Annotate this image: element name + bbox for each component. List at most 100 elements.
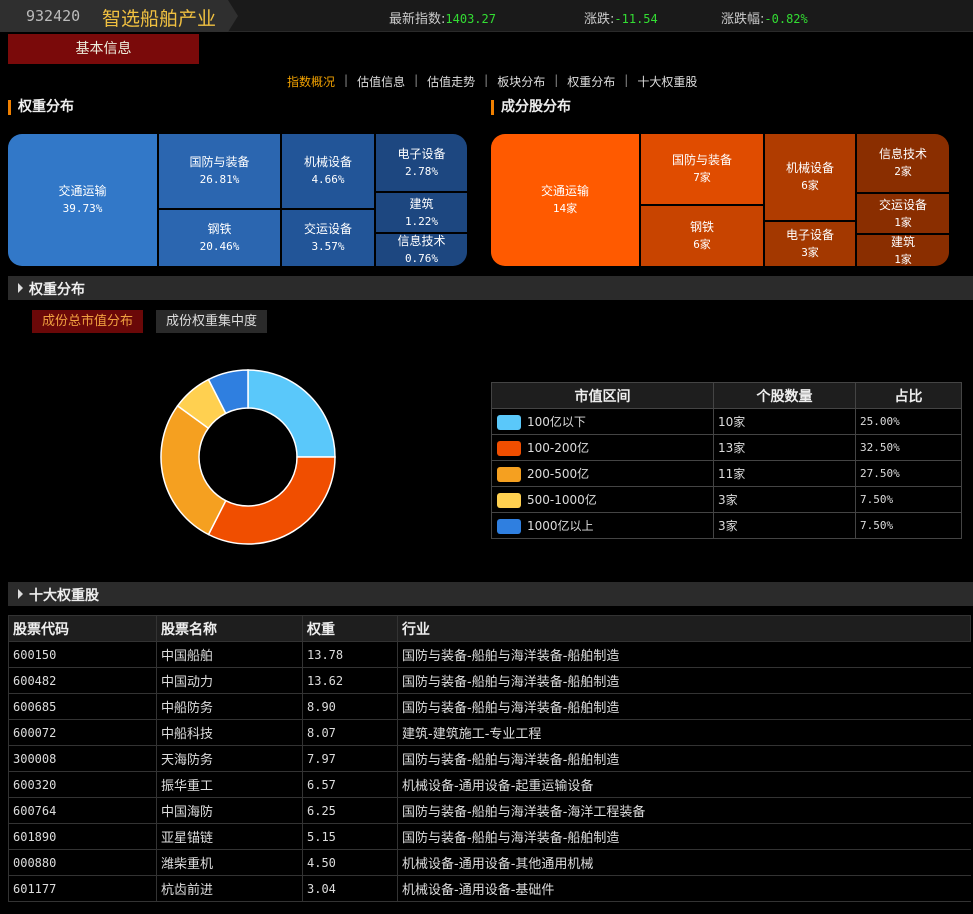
top10-title: 十大权重股 bbox=[18, 585, 99, 605]
caret-right-icon bbox=[18, 589, 23, 599]
cell-name: 交通运输 bbox=[540, 184, 589, 198]
basic-info-button[interactable]: 基本信息 bbox=[8, 34, 199, 64]
table-row[interactable]: 600482 中国动力 13.62 国防与装备-船舶与海洋装备-船舶制造 bbox=[8, 667, 971, 694]
stock-name-cell[interactable]: 振华重工 bbox=[156, 771, 303, 798]
table-row: 500-1000亿 3家 7.50% bbox=[491, 486, 962, 513]
nav-index-overview[interactable]: 指数概况 bbox=[287, 73, 335, 90]
tab-market-cap-distribution[interactable]: 成份总市值分布 bbox=[32, 310, 144, 333]
weight-cell-defense[interactable]: 国防与装备 26.81% bbox=[159, 134, 280, 208]
color-swatch bbox=[497, 415, 521, 430]
col-pct: 占比 bbox=[855, 382, 962, 409]
donut-slice-2[interactable] bbox=[207, 456, 336, 545]
weight-distribution-label: 权重分布 bbox=[29, 282, 85, 298]
weight-cell-machinery[interactable]: 机械设备 4.66% bbox=[282, 134, 374, 208]
weight-distribution-bar[interactable]: 权重分布 bbox=[8, 276, 973, 300]
cell-value: 1家 bbox=[894, 252, 912, 266]
range-label: 100亿以下 bbox=[527, 415, 586, 429]
table-row[interactable]: 000880 潍柴重机 4.50 机械设备-通用设备-其他通用机械 bbox=[8, 849, 971, 876]
component-cell-steel[interactable]: 钢铁 6家 bbox=[641, 206, 763, 266]
col-stock-name: 股票名称 bbox=[156, 615, 303, 642]
component-cell-transport[interactable]: 交通运输 14家 bbox=[491, 134, 639, 266]
count-cell: 11家 bbox=[713, 460, 856, 487]
industry-cell: 国防与装备-船舶与海洋装备-海洋工程装备 bbox=[397, 797, 971, 824]
table-row[interactable]: 600072 中船科技 8.07 建筑-建筑施工-专业工程 bbox=[8, 719, 971, 746]
stock-name-cell[interactable]: 中船防务 bbox=[156, 693, 303, 720]
stock-name-cell[interactable]: 天海防务 bbox=[156, 745, 303, 772]
weight-cell: 6.25 bbox=[302, 797, 398, 824]
range-label: 100-200亿 bbox=[527, 441, 590, 455]
table-row[interactable]: 601177 杭齿前进 3.04 机械设备-通用设备-基础件 bbox=[8, 875, 971, 902]
table-row[interactable]: 600685 中船防务 8.90 国防与装备-船舶与海洋装备-船舶制造 bbox=[8, 693, 971, 720]
count-cell: 3家 bbox=[713, 512, 856, 539]
index-code: 932420 bbox=[26, 7, 81, 25]
nav-top10-weights[interactable]: 十大权重股 bbox=[637, 73, 697, 90]
table-row[interactable]: 600150 中国船舶 13.78 国防与装备-船舶与海洋装备-船舶制造 bbox=[8, 641, 971, 668]
cell-name: 国防与装备 bbox=[189, 155, 250, 169]
count-cell: 3家 bbox=[713, 486, 856, 513]
pct-cell: 7.50% bbox=[855, 486, 962, 513]
change-label: 涨跌: bbox=[584, 12, 615, 27]
table-row: 200-500亿 11家 27.50% bbox=[491, 460, 962, 487]
component-cell-transport-equipment[interactable]: 交运设备 1家 bbox=[857, 194, 949, 233]
weight-cell-electronics[interactable]: 电子设备 2.78% bbox=[376, 134, 467, 191]
index-name: 智选船舶产业 bbox=[102, 8, 217, 30]
cell-value: 3.57% bbox=[311, 240, 345, 253]
table-row[interactable]: 601890 亚星锚链 5.15 国防与装备-船舶与海洋装备-船舶制造 bbox=[8, 823, 971, 850]
range-label: 200-500亿 bbox=[527, 467, 590, 481]
stock-name-cell[interactable]: 杭齿前进 bbox=[156, 875, 303, 902]
component-cell-it[interactable]: 信息技术 2家 bbox=[857, 134, 949, 192]
stock-name-cell[interactable]: 中船科技 bbox=[156, 719, 303, 746]
cell-value: 39.73% bbox=[62, 202, 103, 215]
component-cell-construction[interactable]: 建筑 1家 bbox=[857, 235, 949, 266]
stock-code-cell: 600072 bbox=[8, 719, 157, 746]
cell-value: 2家 bbox=[894, 165, 912, 178]
color-swatch bbox=[497, 441, 521, 456]
industry-cell: 国防与装备-船舶与海洋装备-船舶制造 bbox=[397, 823, 971, 850]
pct-cell: 7.50% bbox=[855, 512, 962, 539]
range-label: 1000亿以上 bbox=[527, 519, 594, 533]
donut-slice-3[interactable] bbox=[160, 404, 227, 536]
cell-value: 0.76% bbox=[404, 252, 439, 265]
col-count: 个股数量 bbox=[713, 382, 856, 409]
table-row: 1000亿以上 3家 7.50% bbox=[491, 512, 962, 539]
stock-code-cell: 600482 bbox=[8, 667, 157, 694]
stock-code-cell: 601177 bbox=[8, 875, 157, 902]
component-cell-defense[interactable]: 国防与装备 7家 bbox=[641, 134, 763, 204]
weight-cell-transport-equipment[interactable]: 交运设备 3.57% bbox=[282, 210, 374, 266]
tab-weight-concentration[interactable]: 成份权重集中度 bbox=[156, 310, 268, 333]
stock-code-cell: 601890 bbox=[8, 823, 157, 850]
table-row[interactable]: 600764 中国海防 6.25 国防与装备-船舶与海洋装备-海洋工程装备 bbox=[8, 797, 971, 824]
col-industry: 行业 bbox=[397, 615, 971, 642]
nav-valuation-trend[interactable]: 估值走势 bbox=[427, 73, 475, 90]
weight-cell-construction[interactable]: 建筑 1.22% bbox=[376, 193, 467, 232]
nav-sector-distribution[interactable]: 板块分布 bbox=[497, 73, 545, 90]
stock-code-cell: 600150 bbox=[8, 641, 157, 668]
donut-slice-1[interactable] bbox=[247, 369, 336, 458]
weight-cell-transport[interactable]: 交通运输 39.73% bbox=[8, 134, 157, 266]
industry-cell: 国防与装备-船舶与海洋装备-船舶制造 bbox=[397, 641, 971, 668]
stock-name-cell[interactable]: 中国船舶 bbox=[156, 641, 303, 668]
count-cell: 13家 bbox=[713, 434, 856, 461]
stock-name-cell[interactable]: 潍柴重机 bbox=[156, 849, 303, 876]
cell-value: 1家 bbox=[894, 215, 912, 229]
stock-name-cell[interactable]: 亚星锚链 bbox=[156, 823, 303, 850]
table-row[interactable]: 600320 振华重工 6.57 机械设备-通用设备-起重运输设备 bbox=[8, 771, 971, 798]
component-cell-electronics[interactable]: 电子设备 3家 bbox=[765, 222, 855, 266]
stock-name-cell[interactable]: 中国动力 bbox=[156, 667, 303, 694]
weight-cell-it[interactable]: 信息技术 0.76% bbox=[376, 234, 467, 266]
nav-valuation-info[interactable]: 估值信息 bbox=[357, 73, 405, 90]
cell-value: 7家 bbox=[693, 171, 711, 184]
cell-name: 交运设备 bbox=[878, 197, 927, 212]
top10-bar[interactable]: 十大权重股 bbox=[8, 582, 973, 606]
change-pct-label: 涨跌幅: bbox=[721, 12, 765, 27]
weight-cell-steel[interactable]: 钢铁 20.46% bbox=[159, 210, 280, 266]
weight-cell: 6.57 bbox=[302, 771, 398, 798]
stock-name-cell[interactable]: 中国海防 bbox=[156, 797, 303, 824]
range-label: 500-1000亿 bbox=[527, 493, 597, 507]
index-header: 932420 智选船舶产业 最新指数:1403.27 涨跌:-11.54 涨跌幅… bbox=[0, 0, 973, 32]
component-cell-machinery[interactable]: 机械设备 6家 bbox=[765, 134, 855, 220]
table-row[interactable]: 300008 天海防务 7.97 国防与装备-船舶与海洋装备-船舶制造 bbox=[8, 745, 971, 772]
pct-cell: 25.00% bbox=[855, 408, 962, 435]
nav-weight-distribution[interactable]: 权重分布 bbox=[567, 73, 615, 90]
weight-cell: 4.50 bbox=[302, 849, 398, 876]
